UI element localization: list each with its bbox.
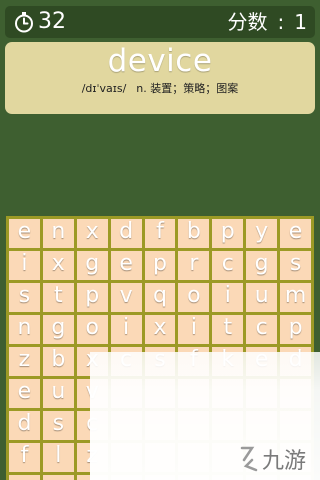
letter-tile[interactable]: o (76, 315, 108, 344)
letter-tile[interactable]: u (42, 379, 74, 408)
letter-tile[interactable]: p (144, 251, 176, 280)
letter-tile[interactable]: m (280, 283, 311, 312)
score-value: 1 (294, 10, 307, 34)
letter-tile[interactable]: x (42, 251, 74, 280)
letter-tile[interactable]: c (246, 315, 278, 344)
letter-tile[interactable]: b (42, 347, 74, 376)
word-definition: /dɪˈvaɪs/n. 装置；策略；图案 (5, 82, 315, 96)
letter-tile[interactable]: i (9, 251, 40, 280)
letter-tile[interactable]: q (144, 283, 176, 312)
letter-tile[interactable]: x (76, 219, 108, 248)
letter-tile[interactable]: o (178, 283, 210, 312)
letter-tile[interactable]: b (178, 219, 210, 248)
letter-tile[interactable]: z (9, 347, 40, 376)
letter-tile[interactable]: s (9, 283, 40, 312)
letter-tile[interactable]: r (9, 475, 40, 480)
letter-tile[interactable]: i (212, 283, 244, 312)
letter-tile[interactable]: d (9, 411, 40, 440)
letter-tile[interactable]: s (42, 411, 74, 440)
watermark-logo: 九游 (240, 446, 306, 474)
letter-tile[interactable]: u (246, 283, 278, 312)
letter-tile[interactable]: e (280, 219, 311, 248)
letter-tile[interactable]: n (9, 315, 40, 344)
letter-tile[interactable]: l (42, 443, 74, 472)
top-bar: 32 分数:1 (5, 6, 315, 38)
letter-tile[interactable]: p (280, 315, 311, 344)
word-phonetic: /dɪˈvaɪs/ (81, 82, 127, 95)
letter-tile[interactable]: y (246, 219, 278, 248)
letter-tile[interactable]: p (212, 219, 244, 248)
letter-tile[interactable]: i (178, 315, 210, 344)
letter-tile[interactable]: c (212, 251, 244, 280)
letter-tile[interactable]: g (246, 251, 278, 280)
letter-tile[interactable]: x (144, 315, 176, 344)
letter-tile[interactable]: e (42, 475, 74, 480)
score-separator: : (277, 10, 285, 34)
stopwatch-icon (15, 12, 33, 33)
letter-tile[interactable]: d (110, 219, 142, 248)
word-card: device /dɪˈvaɪs/n. 装置；策略；图案 (5, 42, 315, 114)
letter-tile[interactable]: e (110, 251, 142, 280)
target-word: device (107, 43, 213, 79)
letter-tile[interactable]: f (9, 443, 40, 472)
letter-tile[interactable]: s (280, 251, 311, 280)
letter-tile[interactable]: e (9, 219, 40, 248)
score-display: 分数:1 (228, 8, 307, 36)
letter-tile[interactable]: p (76, 283, 108, 312)
letter-tile[interactable]: r (178, 251, 210, 280)
letter-tile[interactable]: f (144, 219, 176, 248)
letter-tile[interactable]: i (110, 315, 142, 344)
score-label: 分数 (227, 10, 268, 34)
timer-value: 32 (38, 9, 66, 34)
letter-tile[interactable]: e (9, 379, 40, 408)
letter-tile[interactable]: g (76, 251, 108, 280)
letter-tile[interactable]: t (42, 283, 74, 312)
letter-tile[interactable]: t (212, 315, 244, 344)
letter-tile[interactable]: g (42, 315, 74, 344)
watermark-text: 九游 (262, 449, 306, 474)
letter-tile[interactable]: n (42, 219, 74, 248)
letter-tile[interactable]: v (110, 283, 142, 312)
word-meaning: n. 装置；策略；图案 (136, 82, 239, 95)
